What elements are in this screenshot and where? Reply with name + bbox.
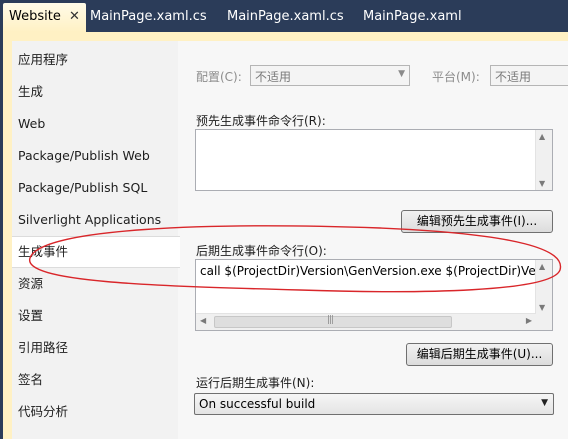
sidebar-item-package-publish-web[interactable]: Package/Publish Web [12, 141, 178, 171]
project-properties-page: 应用程序 生成 Web Package/Publish Web Package/… [3, 32, 568, 439]
tab-label: Website [9, 9, 61, 24]
postbuild-vertical-scrollbar[interactable]: ▲ ▼ [535, 260, 552, 314]
properties-sidebar: 应用程序 生成 Web Package/Publish Web Package/… [12, 41, 182, 439]
run-postbuild-label: 运行后期生成事件(N): [196, 376, 315, 390]
prebuild-command-textbox[interactable]: ▲ ▼ [195, 129, 553, 191]
sidebar-item-resources[interactable]: 资源 [12, 269, 178, 299]
chevron-down-icon: ▼ [541, 398, 548, 408]
arrow-right-icon[interactable]: ▶ [526, 316, 532, 325]
close-icon[interactable]: ✕ [69, 3, 80, 30]
sidebar-item-settings[interactable]: 设置 [12, 301, 178, 331]
prebuild-label: 预先生成事件命令行(R): [196, 114, 326, 128]
run-postbuild-select[interactable]: On successful build ▼ [194, 393, 554, 415]
edit-postbuild-button[interactable]: 编辑后期生成事件(U)... [406, 343, 553, 366]
sidebar-item-reference-paths[interactable]: 引用路径 [12, 333, 178, 363]
sidebar-item-code-analysis[interactable]: 代码分析 [12, 397, 178, 427]
sidebar-item-build-events[interactable]: 生成事件 [12, 236, 182, 268]
sidebar-item-silverlight-applications[interactable]: Silverlight Applications [12, 205, 178, 235]
horizontal-scroll-thumb[interactable]: ||| [214, 315, 452, 328]
edit-prebuild-button[interactable]: 编辑预先生成事件(I)... [401, 210, 553, 233]
postbuild-command-text: call $(ProjectDir)Version\GenVersion.exe… [200, 264, 553, 278]
platform-combo: 不适用 [490, 65, 568, 86]
postbuild-label: 后期生成事件命令行(O): [196, 244, 327, 258]
run-postbuild-value: On successful build [199, 397, 316, 411]
tab-mainpage-xaml[interactable]: MainPage.xaml [363, 4, 462, 30]
grip-icon: ||| [327, 315, 334, 325]
sidebar-item-web[interactable]: Web [12, 109, 178, 139]
properties-panel: 应用程序 生成 Web Package/Publish Web Package/… [12, 41, 568, 439]
sidebar-item-build[interactable]: 生成 [12, 77, 178, 107]
tab-website[interactable]: Website ✕ [3, 3, 86, 32]
build-events-content: 配置(C): 不适用 ▼ 平台(M): 不适用 预先生成事件命令行(R): ▲ … [180, 41, 568, 439]
configuration-label: 配置(C): [196, 70, 242, 84]
postbuild-command-textbox[interactable]: call $(ProjectDir)Version\GenVersion.exe… [195, 259, 553, 331]
configuration-combo: 不适用 ▼ [250, 65, 410, 86]
arrow-up-icon[interactable]: ▲ [539, 262, 545, 271]
postbuild-horizontal-scrollbar[interactable]: ◀ ||| ▶ [196, 313, 536, 330]
arrow-down-icon[interactable]: ▼ [539, 179, 545, 188]
sidebar-item-signing[interactable]: 签名 [12, 365, 178, 395]
platform-value: 不适用 [495, 70, 532, 84]
sidebar-item-application[interactable]: 应用程序 [12, 45, 178, 75]
sidebar-item-package-publish-sql[interactable]: Package/Publish SQL [12, 173, 178, 203]
prebuild-vertical-scrollbar[interactable]: ▲ ▼ [535, 130, 552, 190]
chevron-down-icon: ▼ [398, 69, 405, 79]
platform-label: 平台(M): [432, 70, 480, 84]
tab-mainpage-xaml-cs-1[interactable]: MainPage.xaml.cs [90, 4, 207, 30]
configuration-value: 不适用 [255, 70, 292, 84]
arrow-left-icon[interactable]: ◀ [200, 316, 206, 325]
tab-mainpage-xaml-cs-2[interactable]: MainPage.xaml.cs [227, 4, 344, 30]
arrow-down-icon[interactable]: ▼ [539, 303, 545, 312]
arrow-up-icon[interactable]: ▲ [539, 132, 545, 141]
document-tab-strip: Website ✕ MainPage.xaml.cs MainPage.xaml… [0, 0, 568, 32]
scrollbar-corner [536, 314, 552, 330]
